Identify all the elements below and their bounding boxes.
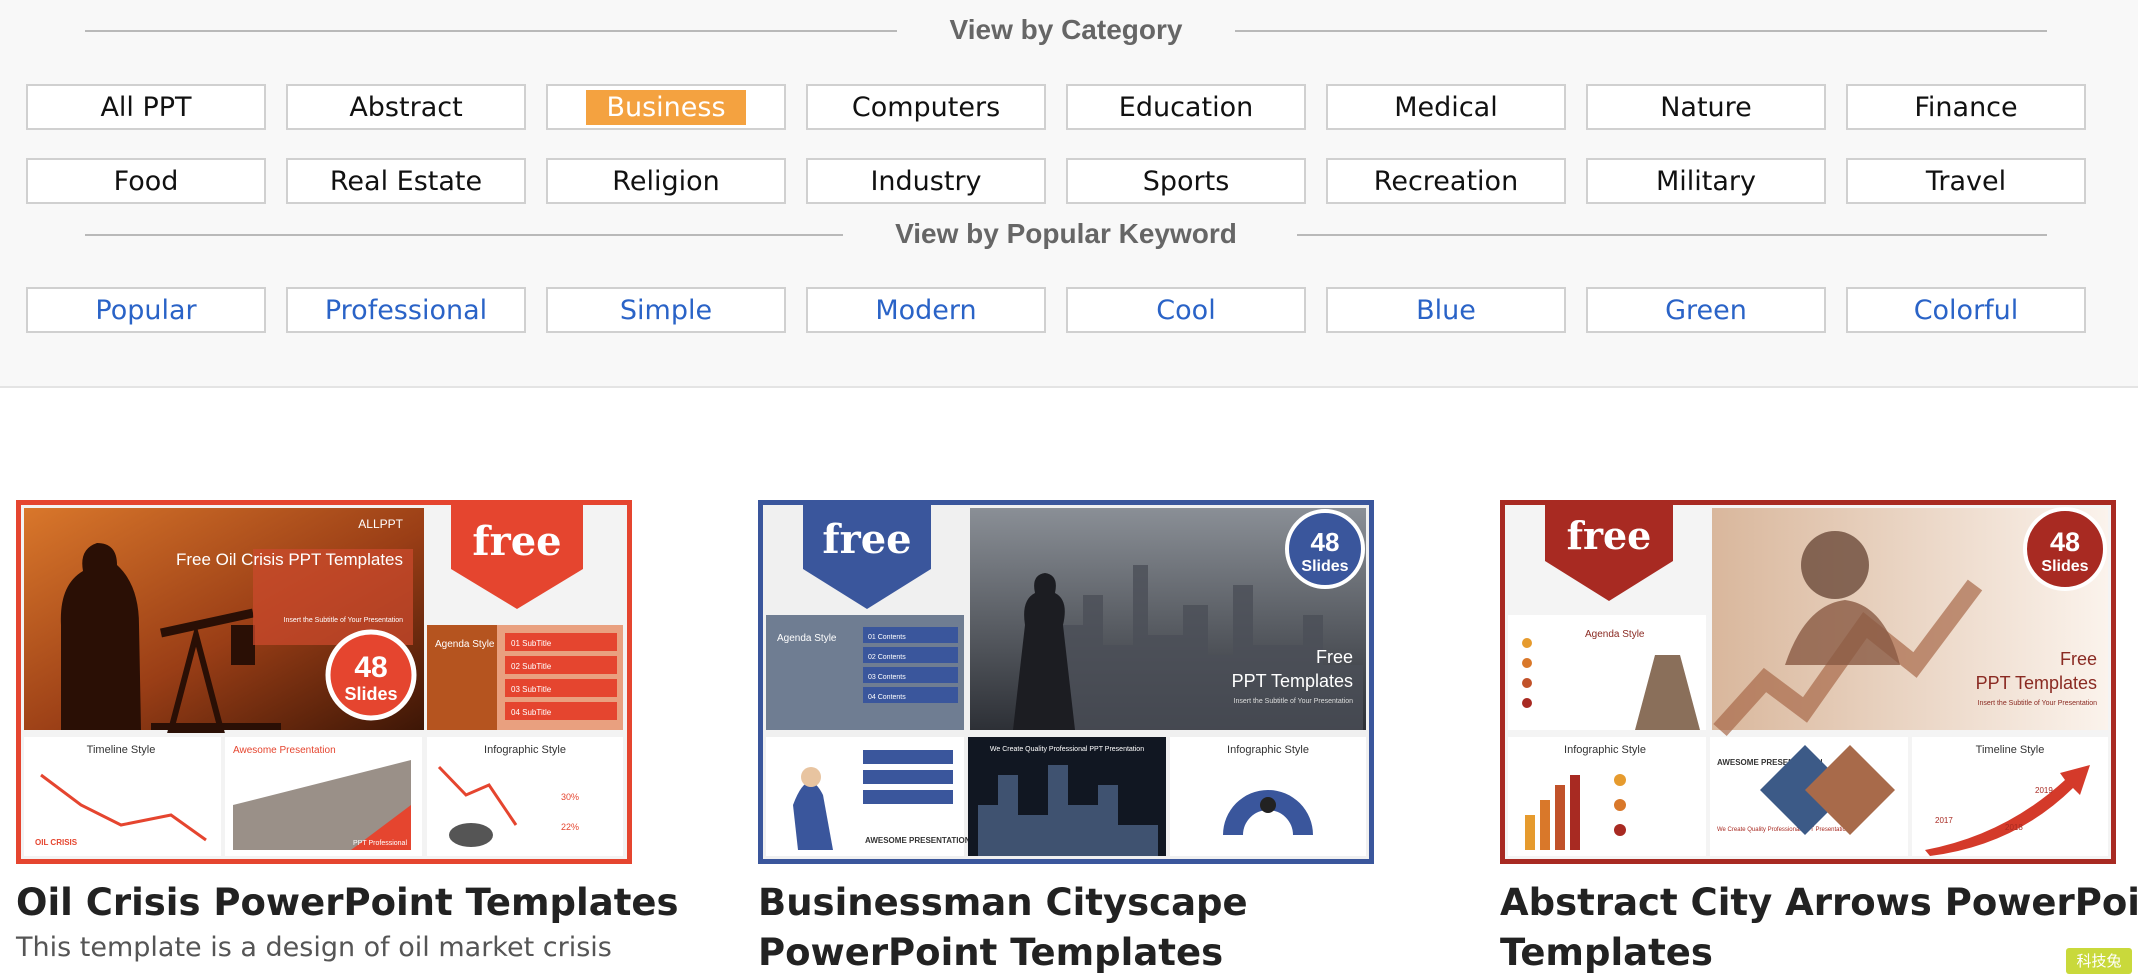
category-abstract[interactable]: Abstract xyxy=(286,84,526,130)
svg-text:PPT Professional: PPT Professional xyxy=(353,840,407,847)
svg-text:30%: 30% xyxy=(561,792,579,802)
svg-text:Insert the Subtitle of Your Pr: Insert the Subtitle of Your Presentation xyxy=(284,617,404,624)
svg-text:01 Contents: 01 Contents xyxy=(868,634,906,641)
category-real-estate[interactable]: Real Estate xyxy=(286,158,526,204)
svg-text:Infographic Style: Infographic Style xyxy=(484,744,566,756)
svg-text:Free: Free xyxy=(1316,647,1353,667)
svg-text:free: free xyxy=(1567,513,1652,558)
svg-text:22%: 22% xyxy=(561,822,579,832)
oil-crisis-preview-graphic: ALLPPT Free Oil Crisis PPT Templates Ins… xyxy=(21,505,627,859)
category-recreation[interactable]: Recreation xyxy=(1326,158,1566,204)
svg-text:Agenda Style: Agenda Style xyxy=(777,633,837,644)
svg-text:2017: 2017 xyxy=(1935,816,1953,825)
svg-text:01 SubTitle: 01 SubTitle xyxy=(511,639,552,648)
svg-text:ALLPPT: ALLPPT xyxy=(358,517,403,531)
category-nature[interactable]: Nature xyxy=(1586,84,1826,130)
svg-text:Infographic Style: Infographic Style xyxy=(1564,744,1646,756)
category-panel: View by Category All PPT Abstract Busine… xyxy=(0,0,2138,388)
keyword-heading: View by Popular Keyword xyxy=(85,214,2047,254)
template-title-abstract-city-arrows[interactable]: Abstract City Arrows PowerPoint Template… xyxy=(1500,878,2138,978)
keyword-colorful[interactable]: Colorful xyxy=(1846,287,2086,333)
keyword-blue[interactable]: Blue xyxy=(1326,287,1566,333)
category-heading: View by Category xyxy=(85,10,2047,50)
keyword-modern[interactable]: Modern xyxy=(806,287,1046,333)
template-title-oil-crisis[interactable]: Oil Crisis PowerPoint Templates xyxy=(16,878,736,928)
svg-text:Agenda Style: Agenda Style xyxy=(1585,629,1645,640)
svg-text:48: 48 xyxy=(354,651,387,684)
category-religion[interactable]: Religion xyxy=(546,158,786,204)
svg-text:Agenda Style: Agenda Style xyxy=(435,639,495,650)
category-finance[interactable]: Finance xyxy=(1846,84,2086,130)
svg-text:48: 48 xyxy=(1311,527,1340,557)
svg-text:We Create Quality Professional: We Create Quality Professional PPT Prese… xyxy=(990,746,1144,753)
template-thumbnail-businessman-cityscape[interactable]: free 48 Slides Free PPT Templates Insert… xyxy=(758,500,1374,864)
businessman-preview-graphic: free 48 Slides Free PPT Templates Insert… xyxy=(763,505,1369,859)
category-food[interactable]: Food xyxy=(26,158,266,204)
watermark-badge: 科技兔 xyxy=(2066,948,2132,974)
svg-text:PPT Templates: PPT Templates xyxy=(1232,671,1353,691)
svg-text:Timeline Style: Timeline Style xyxy=(1976,744,2045,756)
svg-text:Insert the Subtitle of Your Pr: Insert the Subtitle of Your Presentation xyxy=(1978,700,2098,707)
svg-text:Slides: Slides xyxy=(1301,558,1348,575)
keyword-cool[interactable]: Cool xyxy=(1066,287,1306,333)
svg-text:We Create Quality Professional: We Create Quality Professional PPT Prese… xyxy=(1717,827,1849,833)
svg-text:04 SubTitle: 04 SubTitle xyxy=(511,708,552,717)
svg-text:2018: 2018 xyxy=(2005,823,2023,832)
category-computers[interactable]: Computers xyxy=(806,84,1046,130)
template-description-oil-crisis: This template is a design of oil market … xyxy=(16,932,612,963)
svg-text:AWESOME PRESENTATION: AWESOME PRESENTATION xyxy=(865,836,971,845)
keyword-heading-label: View by Popular Keyword xyxy=(895,218,1237,249)
svg-text:02 Contents: 02 Contents xyxy=(868,654,906,661)
template-title-businessman-cityscape[interactable]: Businessman Cityscape PowerPoint Templat… xyxy=(758,878,1478,978)
category-all-ppt[interactable]: All PPT xyxy=(26,84,266,130)
keyword-simple[interactable]: Simple xyxy=(546,287,786,333)
svg-text:Awesome Presentation: Awesome Presentation xyxy=(233,745,336,756)
svg-text:03 SubTitle: 03 SubTitle xyxy=(511,685,552,694)
category-military[interactable]: Military xyxy=(1586,158,1826,204)
svg-text:Infographic Style: Infographic Style xyxy=(1227,744,1309,756)
svg-text:2019: 2019 xyxy=(2035,786,2053,795)
template-thumbnail-abstract-city-arrows[interactable]: free 48 Slides Free PPT Templates Insert… xyxy=(1500,500,2116,864)
svg-text:Timeline Style: Timeline Style xyxy=(87,744,156,756)
keyword-green[interactable]: Green xyxy=(1586,287,1826,333)
category-medical[interactable]: Medical xyxy=(1326,84,1566,130)
category-industry[interactable]: Industry xyxy=(806,158,1046,204)
svg-text:PPT Templates: PPT Templates xyxy=(1976,673,2097,693)
abstract-city-preview-graphic: free 48 Slides Free PPT Templates Insert… xyxy=(1505,505,2111,859)
svg-text:Free: Free xyxy=(2060,649,2097,669)
category-travel[interactable]: Travel xyxy=(1846,158,2086,204)
svg-text:03 Contents: 03 Contents xyxy=(868,674,906,681)
svg-text:Insert the Subtitle of Your Pr: Insert the Subtitle of Your Presentation xyxy=(1234,698,1354,705)
svg-text:Free Oil Crisis PPT Templates: Free Oil Crisis PPT Templates xyxy=(176,550,403,569)
keyword-row: Popular Professional Simple Modern Cool … xyxy=(26,287,2086,333)
svg-text:02 SubTitle: 02 SubTitle xyxy=(511,662,552,671)
template-thumbnail-oil-crisis[interactable]: ALLPPT Free Oil Crisis PPT Templates Ins… xyxy=(16,500,632,864)
category-heading-label: View by Category xyxy=(949,14,1183,45)
svg-text:free: free xyxy=(472,518,561,565)
keyword-popular[interactable]: Popular xyxy=(26,287,266,333)
category-business[interactable]: Business xyxy=(546,84,786,130)
svg-text:free: free xyxy=(822,516,911,563)
svg-text:04 Contents: 04 Contents xyxy=(868,694,906,701)
category-education[interactable]: Education xyxy=(1066,84,1306,130)
category-row-2: Food Real Estate Religion Industry Sport… xyxy=(26,158,2086,204)
keyword-professional[interactable]: Professional xyxy=(286,287,526,333)
svg-text:Slides: Slides xyxy=(344,684,397,704)
svg-text:Slides: Slides xyxy=(2041,558,2088,575)
svg-text:OIL CRISIS: OIL CRISIS xyxy=(35,838,78,847)
category-row-1: All PPT Abstract Business Computers Educ… xyxy=(26,84,2086,130)
svg-text:48: 48 xyxy=(2050,527,2080,557)
category-sports[interactable]: Sports xyxy=(1066,158,1306,204)
